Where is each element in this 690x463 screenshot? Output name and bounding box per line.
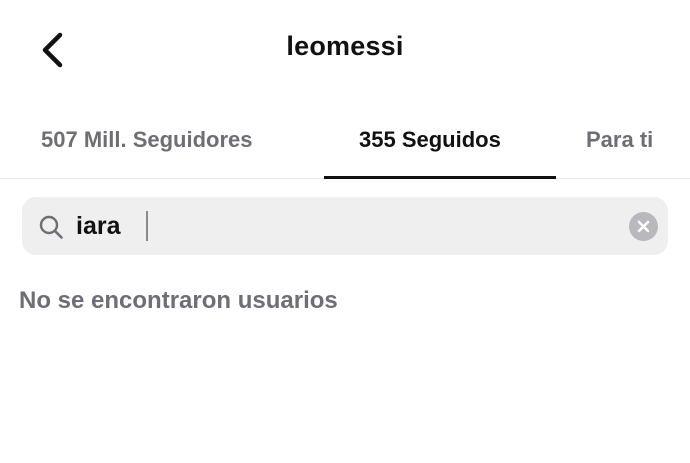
page-title: leomessi	[286, 31, 404, 61]
top-bar: leomessi	[0, 0, 690, 100]
empty-results-message: No se encontraron usuarios	[19, 287, 338, 314]
active-tab-indicator	[324, 176, 556, 179]
tab-for-you[interactable]: Para ti	[586, 127, 653, 153]
search-input[interactable]	[76, 205, 616, 247]
clear-circle-icon	[637, 220, 650, 233]
clear-search-button[interactable]	[629, 212, 658, 241]
search-icon	[39, 215, 63, 239]
tab-followers[interactable]: 507 Mill. Seguidores	[41, 127, 253, 153]
search-bar	[22, 197, 668, 255]
text-cursor	[146, 211, 148, 241]
tab-following[interactable]: 355 Seguidos	[359, 127, 501, 153]
tab-bar: 507 Mill. Seguidores 355 Seguidos Para t…	[0, 108, 690, 179]
